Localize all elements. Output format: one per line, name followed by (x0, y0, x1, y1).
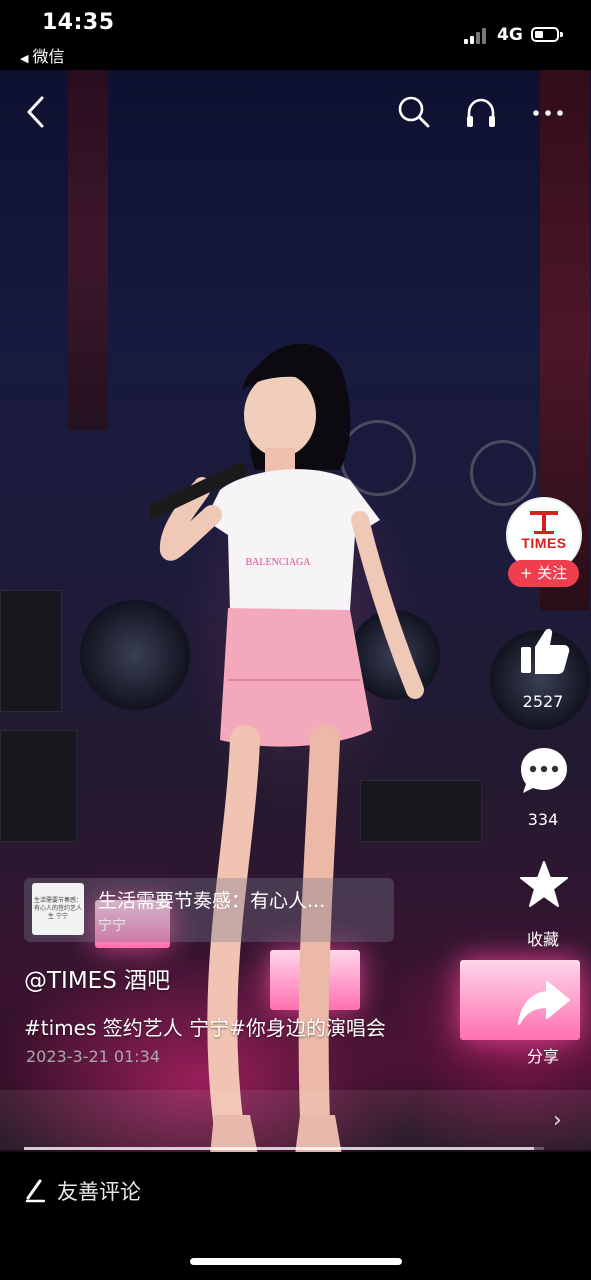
status-time: 14:35 (42, 10, 115, 35)
music-title: 生活需要节奏感：有心人... (98, 890, 326, 912)
battery-icon (531, 27, 563, 42)
progress-area[interactable] (0, 1090, 591, 1150)
search-icon[interactable] (397, 95, 431, 129)
tower-logo-icon (530, 511, 558, 534)
signal-icon (464, 28, 490, 44)
back-triangle-icon: ◀ (20, 52, 29, 65)
comment-icon[interactable] (518, 745, 570, 797)
like-count: 2527 (522, 692, 564, 711)
progress-bar[interactable] (24, 1147, 544, 1150)
speaker-cabinet (0, 590, 62, 712)
network-type: 4G (497, 25, 523, 45)
star-icon[interactable] (519, 860, 569, 910)
back-to-app-link[interactable]: ◀ 微信 (20, 43, 64, 67)
like-icon[interactable] (518, 625, 570, 677)
back-arrow-icon[interactable] (24, 94, 48, 130)
stage-pillar (68, 70, 108, 430)
comment-count: 334 (527, 810, 559, 829)
author-name[interactable]: @TIMES 酒吧 (24, 961, 170, 995)
speaker-cabinet (0, 730, 77, 842)
home-indicator (190, 1258, 402, 1265)
headphones-icon[interactable] (464, 96, 498, 130)
post-date: 2023-3-21 01:34 (26, 1047, 160, 1066)
music-card[interactable]: 生活需要节奏感：有心人的签约艺人生 宁宁 生活需要节奏感：有心人... 宁宁 (24, 878, 394, 942)
music-artist: 宁宁 (98, 918, 126, 934)
music-cover: 生活需要节奏感：有心人的签约艺人生 宁宁 (32, 883, 84, 935)
status-bar: 14:35 ◀ 微信 4G (0, 0, 591, 70)
comment-input[interactable]: 友善评论 (57, 1176, 141, 1206)
more-icon[interactable] (531, 108, 565, 118)
share-icon[interactable] (517, 978, 571, 1028)
chevron-right-icon[interactable]: › (553, 1108, 562, 1133)
shirt-logo: BALENCIAGA (246, 557, 312, 568)
pencil-icon[interactable] (24, 1178, 46, 1204)
share-label[interactable]: 分享 (493, 1043, 591, 1067)
follow-button[interactable]: + 关注 (508, 560, 579, 587)
post-caption[interactable]: #times 签约艺人 宁宁#你身边的演唱会 (24, 1012, 386, 1041)
progress-fill (24, 1147, 534, 1150)
avatar-logo-text: TIMES (521, 535, 567, 551)
favorite-label[interactable]: 收藏 (493, 926, 591, 950)
back-app-label: 微信 (32, 47, 65, 66)
drum-kit (470, 440, 536, 506)
